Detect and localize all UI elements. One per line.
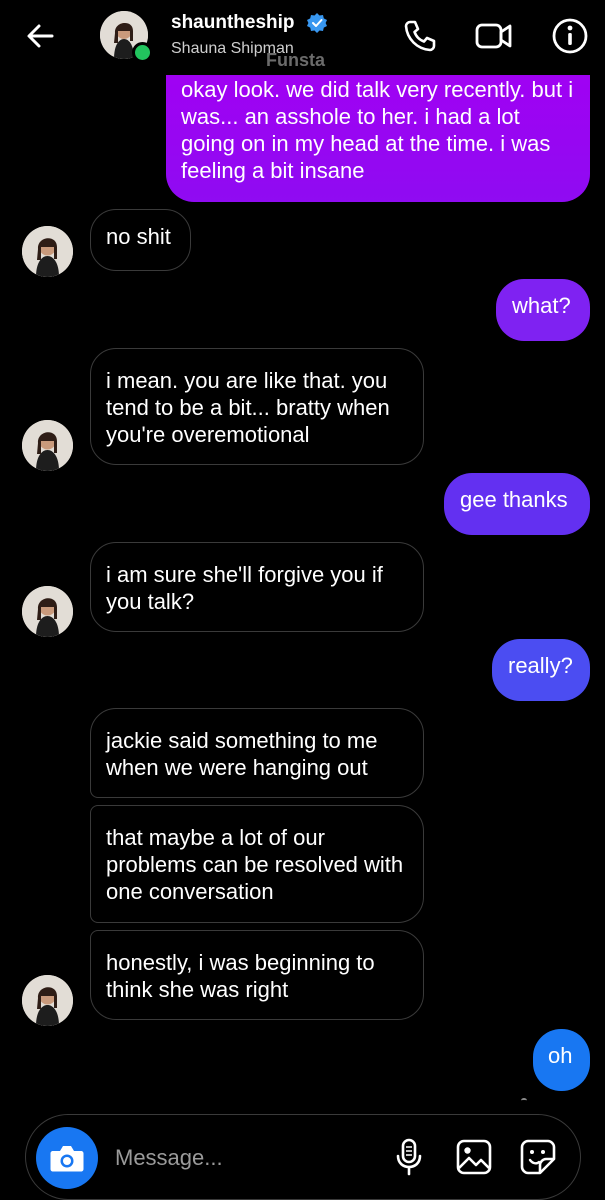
microphone-icon[interactable]: [387, 1135, 431, 1179]
phone-icon[interactable]: [400, 16, 440, 56]
camera-button[interactable]: [36, 1127, 98, 1189]
verified-badge-icon: [307, 13, 327, 33]
message-composer: Message...: [25, 1114, 581, 1200]
gallery-icon[interactable]: [452, 1135, 496, 1179]
seen-indicator: [521, 1098, 527, 1103]
message-incoming[interactable]: that maybe a lot of our problems can be …: [90, 805, 424, 923]
sticker-icon[interactable]: [516, 1135, 560, 1179]
chat-username[interactable]: shauntheship: [171, 12, 295, 34]
avatar[interactable]: [22, 420, 73, 471]
video-camera-icon[interactable]: [474, 16, 514, 56]
message-incoming[interactable]: i am sure she'll forgive you if you talk…: [90, 542, 424, 632]
chat-header: shauntheship Shauna Shipman Funsta: [0, 0, 605, 75]
message-input[interactable]: Message...: [115, 1145, 223, 1171]
info-icon[interactable]: [550, 16, 590, 56]
camera-icon: [50, 1146, 84, 1172]
message-outgoing[interactable]: what?: [496, 279, 590, 341]
watermark-label: Funsta: [266, 50, 326, 70]
message-incoming[interactable]: no shit: [90, 209, 191, 271]
avatar[interactable]: [22, 975, 73, 1026]
online-status-dot: [132, 42, 153, 63]
message-outgoing[interactable]: okay look. we did talk very recently. bu…: [166, 60, 590, 202]
message-incoming[interactable]: jackie said something to me when we were…: [90, 708, 424, 798]
message-incoming[interactable]: honestly, i was beginning to think she w…: [90, 930, 424, 1020]
message-outgoing[interactable]: oh: [533, 1029, 590, 1091]
back-arrow-icon[interactable]: [22, 18, 58, 54]
message-outgoing[interactable]: really?: [492, 639, 590, 701]
avatar[interactable]: [22, 226, 73, 277]
message-incoming[interactable]: i mean. you are like that. you tend to b…: [90, 348, 424, 465]
avatar[interactable]: [22, 586, 73, 637]
message-outgoing[interactable]: gee thanks: [444, 473, 590, 535]
